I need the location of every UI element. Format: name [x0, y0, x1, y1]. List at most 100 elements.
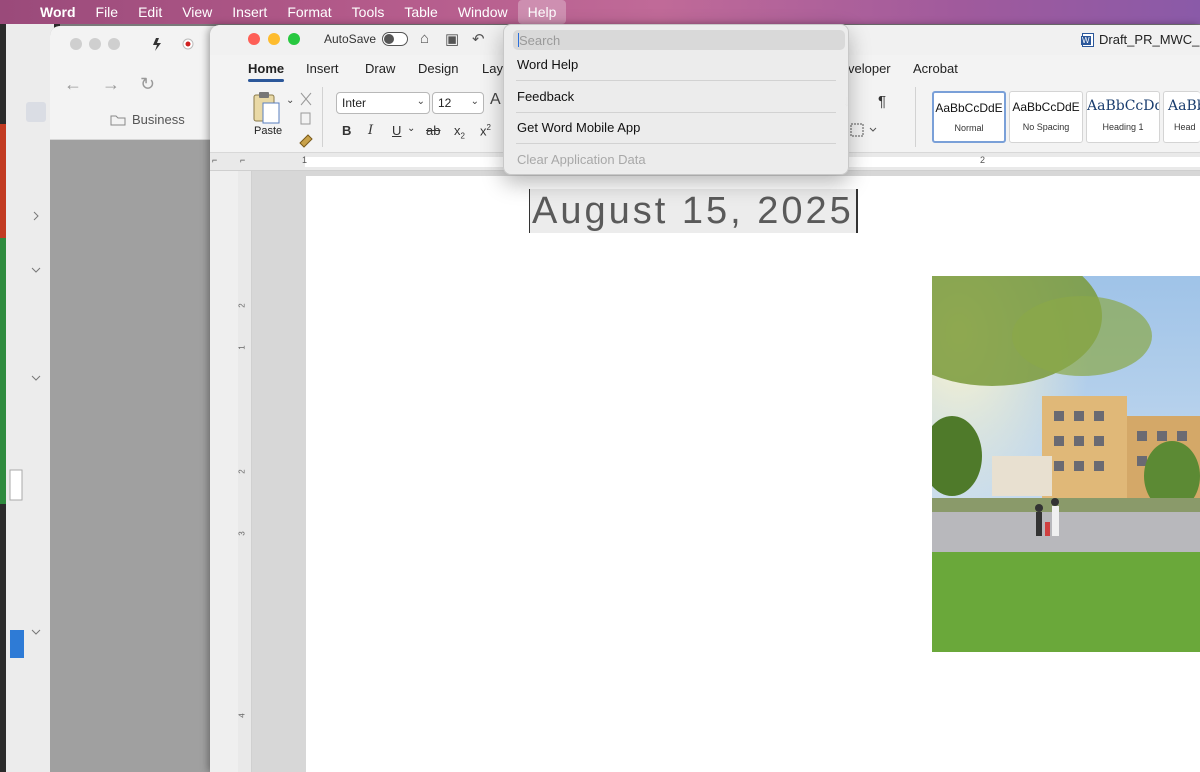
format-painter-icon — [299, 134, 313, 148]
autosave-toggle[interactable] — [382, 32, 409, 46]
tab-home[interactable]: Home — [248, 61, 285, 82]
menu-file[interactable]: File — [86, 0, 129, 24]
menu-window[interactable]: Window — [448, 0, 518, 24]
font-name-value: Inter — [342, 96, 367, 110]
font-size-select[interactable]: 12 ⌄ — [432, 92, 484, 114]
minimize-button[interactable] — [268, 33, 280, 45]
style-heading-1[interactable]: AaBbCcDd Heading 1 — [1086, 91, 1160, 143]
style-name: Head — [1174, 122, 1196, 132]
folder-icon — [110, 115, 126, 125]
style-name: Heading 1 — [1102, 122, 1144, 132]
help-menu-dropdown: Word Help Feedback Get Word Mobile App C… — [503, 24, 849, 175]
font-name-select[interactable]: Inter ⌄ — [336, 92, 430, 114]
tab-developer[interactable]: veloper — [848, 61, 891, 76]
ruler-number: 2 — [237, 303, 247, 308]
chevron-down-icon: ⌄ — [416, 96, 425, 107]
menu-insert[interactable]: Insert — [222, 0, 277, 24]
menu-view[interactable]: View — [172, 0, 222, 24]
tab-design[interactable]: Design — [418, 61, 458, 76]
superscript-icon[interactable]: x2 — [480, 123, 491, 138]
help-menu-item-get-mobile-app[interactable]: Get Word Mobile App — [517, 118, 640, 138]
help-menu-item-word-help[interactable]: Word Help — [517, 55, 578, 75]
back-arrow-icon[interactable]: ← — [64, 74, 82, 95]
building-photo[interactable] — [932, 276, 1200, 652]
menu-help[interactable]: Help — [517, 0, 567, 24]
paste-label: Paste — [254, 125, 283, 137]
cut-icon — [300, 92, 312, 106]
ruler-number: 1 — [237, 345, 247, 350]
menu-format[interactable]: Format — [277, 0, 341, 24]
pilcrow-icon[interactable]: ¶ — [878, 93, 886, 110]
menu-table[interactable]: Table — [394, 0, 447, 24]
document-title: Draft_PR_MWC_C — [1081, 32, 1200, 47]
style-heading-2[interactable]: AaBb Head — [1163, 91, 1200, 143]
borders-icon[interactable] — [850, 123, 878, 137]
style-sample: AaBbCcDdE — [1012, 100, 1080, 114]
browser-toolbar: ← → ↻ Business — [50, 26, 220, 140]
tab-draw[interactable]: Draw — [365, 61, 395, 76]
background-sidebar — [6, 24, 54, 772]
tab-stop-selector-icon[interactable]: ⌐ — [240, 155, 245, 165]
home-icon[interactable]: ⌂ — [420, 30, 429, 47]
menu-bar: Word File Edit View Insert Format Tools … — [0, 0, 1200, 24]
style-name: Normal — [954, 123, 984, 133]
vertical-ruler[interactable]: 2 1 2 3 4 — [238, 171, 252, 772]
help-menu-item-feedback[interactable]: Feedback — [517, 87, 574, 107]
undo-icon[interactable]: ↶ — [472, 30, 485, 48]
sidebar-icons — [9, 102, 46, 658]
style-sample: AaBb — [1168, 98, 1200, 114]
style-normal[interactable]: AaBbCcDdE Normal — [932, 91, 1006, 143]
menu-tools[interactable]: Tools — [342, 0, 395, 24]
underline-options-chevron-icon[interactable]: ⌄ — [407, 123, 415, 134]
underline-icon[interactable]: U — [392, 123, 401, 138]
browser-toolbar-icons — [153, 38, 194, 51]
ruler-number: 2 — [237, 469, 247, 474]
ruler-number: 4 — [237, 713, 247, 718]
subscript-icon[interactable]: x2 — [454, 123, 465, 141]
text-cursor — [518, 33, 519, 47]
close-button[interactable] — [248, 33, 260, 45]
menu-separator — [516, 143, 836, 144]
forward-arrow-icon[interactable]: → — [102, 74, 120, 95]
browser-traffic-lights — [70, 38, 120, 50]
tab-stop-selector-icon[interactable]: ⌐ — [212, 155, 217, 165]
ribbon-divider — [915, 87, 916, 147]
paste-options-chevron-icon[interactable]: ⌄ — [286, 95, 294, 106]
strikethrough-icon[interactable]: ab — [426, 123, 440, 138]
left-pane — [210, 171, 238, 772]
style-sample: AaBbCcDdE — [935, 101, 1003, 115]
document-date-text[interactable]: August 15, 2025 — [529, 189, 858, 233]
chevron-down-icon: ⌄ — [470, 96, 479, 107]
browser-minimize-button[interactable] — [89, 38, 101, 50]
tab-acrobat[interactable]: Acrobat — [913, 61, 958, 76]
reload-icon[interactable]: ↻ — [140, 74, 155, 95]
zoom-button[interactable] — [288, 33, 300, 45]
browser-close-button[interactable] — [70, 38, 82, 50]
browser-window: ← → ↻ Business — [50, 26, 220, 772]
grow-font-icon[interactable]: A — [490, 91, 501, 109]
help-search[interactable] — [513, 30, 845, 50]
menu-edit[interactable]: Edit — [128, 0, 172, 24]
tab-insert[interactable]: Insert — [306, 61, 339, 76]
paste-icon[interactable] — [250, 91, 282, 125]
copy-icon — [300, 112, 311, 125]
bold-icon[interactable]: B — [342, 123, 351, 138]
autosave-control: AutoSave — [324, 32, 409, 46]
browser-nav: ← → ↻ — [64, 74, 155, 95]
tab-layout[interactable]: Lay — [482, 61, 503, 76]
style-no-spacing[interactable]: AaBbCcDdE No Spacing — [1009, 91, 1083, 143]
bookmark-business[interactable]: Business — [110, 112, 185, 127]
clipboard-tools — [299, 92, 313, 148]
bookmark-label: Business — [132, 112, 185, 127]
autosave-label: AutoSave — [324, 32, 377, 46]
app-menu-word[interactable]: Word — [34, 0, 86, 24]
word-traffic-lights — [248, 33, 300, 45]
ruler-number: 3 — [237, 531, 247, 536]
document-title-text: Draft_PR_MWC_C — [1099, 32, 1200, 47]
italic-icon[interactable]: I — [368, 123, 373, 138]
help-menu-item-clear-app-data: Clear Application Data — [517, 152, 646, 167]
ribbon-divider — [322, 87, 323, 147]
browser-zoom-button[interactable] — [108, 38, 120, 50]
help-search-input[interactable] — [513, 30, 845, 50]
save-icon[interactable]: ▣ — [445, 30, 459, 48]
